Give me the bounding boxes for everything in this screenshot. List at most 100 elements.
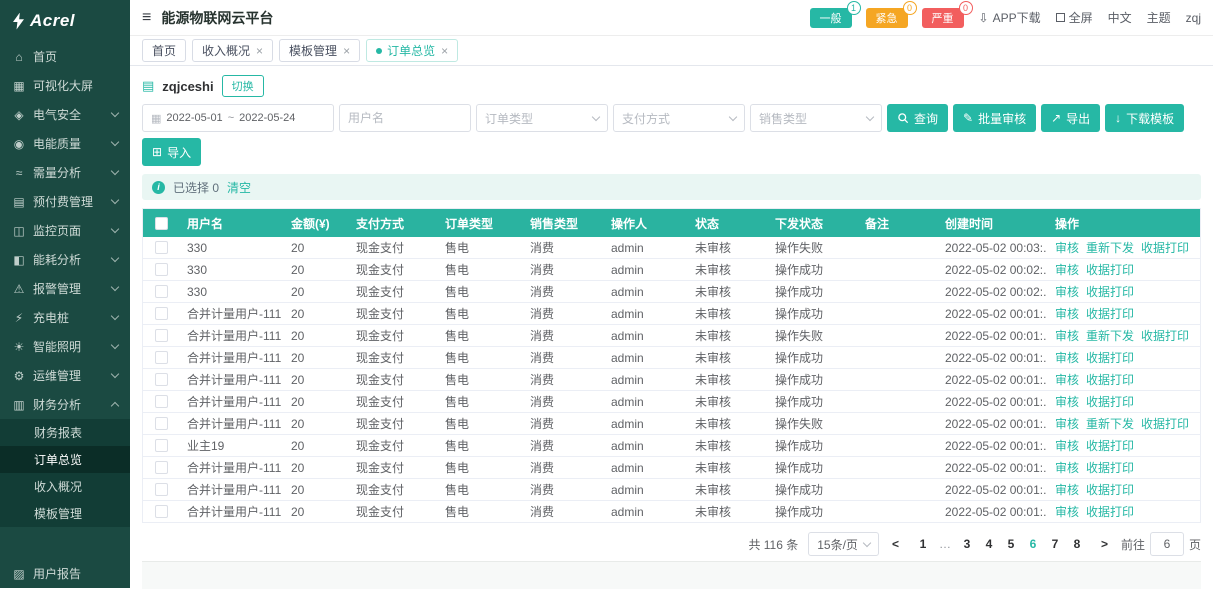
row-action-link[interactable]: 收据打印 [1086,439,1134,453]
download-template-button[interactable]: ↓ 下载模板 [1105,104,1184,132]
prev-page-button[interactable]: < [889,537,902,551]
tab[interactable]: 首页 [142,39,186,62]
tab[interactable]: 收入概况 × [192,39,273,62]
sidebar-subitem[interactable]: 财务报表 [0,419,130,446]
row-action-link[interactable]: 收据打印 [1141,417,1189,431]
row-action-link[interactable]: 收据打印 [1141,329,1189,343]
alarm-badge[interactable]: 一般 1 [810,8,852,28]
sidebar-item[interactable]: ⚡ 充电桩 [0,303,130,332]
page-size-select[interactable]: 15条/页 [808,532,879,556]
pager-number[interactable]: 4 [978,532,1000,556]
theme-switch[interactable]: 主题 [1147,9,1171,26]
sidebar-item[interactable]: ⚙ 运维管理 [0,361,130,390]
pager-number[interactable]: 6 [1022,532,1044,556]
sidebar-item[interactable]: ◈ 电气安全 [0,100,130,129]
table-row[interactable]: 合并计量用户-111 20 现金支付 售电 消费 admin 未审核 操作成功 … [143,457,1200,479]
row-action-link[interactable]: 审核 [1055,241,1079,255]
tab[interactable]: 订单总览 × [366,39,458,62]
row-action-link[interactable]: 审核 [1055,417,1079,431]
date-range-picker[interactable]: ▦ 2022-05-01 ~ 2022-05-24 [142,104,334,132]
row-action-link[interactable]: 审核 [1055,505,1079,519]
username-input[interactable] [348,111,462,125]
search-button[interactable]: 查询 [887,104,948,132]
row-action-link[interactable]: 审核 [1055,461,1079,475]
pager-number[interactable]: 8 [1066,532,1088,556]
row-action-link[interactable]: 审核 [1055,439,1079,453]
fullscreen-link[interactable]: 全屏 [1056,9,1093,26]
row-checkbox[interactable] [155,329,168,342]
sidebar-item[interactable]: ⚠ 报警管理 [0,274,130,303]
table-row[interactable]: 合并计量用户-111 20 现金支付 售电 消费 admin 未审核 操作成功 … [143,479,1200,501]
sidebar-item[interactable]: ◧ 能耗分析 [0,245,130,274]
menu-toggle-icon[interactable]: ≡ [142,9,151,27]
table-row[interactable]: 330 20 现金支付 售电 消费 admin 未审核 操作成功 2022-05… [143,281,1200,303]
table-row[interactable]: 合并计量用户-111 20 现金支付 售电 消费 admin 未审核 操作成功 … [143,303,1200,325]
sidebar-subitem[interactable]: 订单总览 [0,446,130,473]
row-action-link[interactable]: 审核 [1055,483,1079,497]
row-action-link[interactable]: 审核 [1055,351,1079,365]
sidebar-item[interactable]: ◉ 电能质量 [0,129,130,158]
table-row[interactable]: 合并计量用户-111 20 现金支付 售电 消费 admin 未审核 操作失败 … [143,325,1200,347]
row-checkbox[interactable] [155,285,168,298]
order-type-select[interactable]: 订单类型 [476,104,608,132]
row-action-link[interactable]: 收据打印 [1086,351,1134,365]
row-action-link[interactable]: 审核 [1055,263,1079,277]
table-row[interactable]: 330 20 现金支付 售电 消费 admin 未审核 操作成功 2022-05… [143,259,1200,281]
import-button[interactable]: ⊞ 导入 [142,138,201,166]
row-action-link[interactable]: 收据打印 [1086,307,1134,321]
row-action-link[interactable]: 重新下发 [1086,241,1134,255]
row-action-link[interactable]: 审核 [1055,307,1079,321]
batch-audit-button[interactable]: ✎ 批量审核 [953,104,1036,132]
sidebar-item[interactable]: ≈ 需量分析 [0,158,130,187]
row-checkbox[interactable] [155,307,168,320]
sidebar-item[interactable]: ☀ 智能照明 [0,332,130,361]
row-action-link[interactable]: 收据打印 [1086,285,1134,299]
app-download-link[interactable]: ⇩ APP下载 [979,9,1041,26]
clear-selection-link[interactable]: 清空 [227,179,251,196]
pager-ellipsis[interactable]: … [934,532,956,556]
row-checkbox[interactable] [155,461,168,474]
next-page-button[interactable]: > [1098,537,1111,551]
row-action-link[interactable]: 审核 [1055,373,1079,387]
sidebar-item[interactable]: ▦ 可视化大屏 [0,71,130,100]
row-action-link[interactable]: 审核 [1055,329,1079,343]
row-checkbox[interactable] [155,483,168,496]
tab-close-icon[interactable]: × [441,44,448,58]
switch-project-button[interactable]: 切换 [222,75,264,97]
row-checkbox[interactable] [155,263,168,276]
row-action-link[interactable]: 审核 [1055,285,1079,299]
alarm-badge[interactable]: 严重 0 [922,8,964,28]
row-action-link[interactable]: 收据打印 [1086,461,1134,475]
table-row[interactable]: 业主19 20 现金支付 售电 消费 admin 未审核 操作成功 2022-0… [143,435,1200,457]
row-action-link[interactable]: 收据打印 [1086,483,1134,497]
table-row[interactable]: 合并计量用户-111 20 现金支付 售电 消费 admin 未审核 操作成功 … [143,501,1200,523]
table-row[interactable]: 合并计量用户-111 20 现金支付 售电 消费 admin 未审核 操作成功 … [143,347,1200,369]
pager-number[interactable]: 5 [1000,532,1022,556]
pay-type-select[interactable]: 支付方式 [613,104,745,132]
row-action-link[interactable]: 重新下发 [1086,417,1134,431]
row-checkbox[interactable] [155,505,168,518]
alarm-badge[interactable]: 紧急 0 [866,8,908,28]
sidebar-subitem[interactable]: 收入概况 [0,473,130,500]
row-checkbox[interactable] [155,373,168,386]
row-action-link[interactable]: 审核 [1055,395,1079,409]
sale-type-select[interactable]: 销售类型 [750,104,882,132]
row-checkbox[interactable] [155,241,168,254]
row-action-link[interactable]: 收据打印 [1086,373,1134,387]
row-action-link[interactable]: 收据打印 [1086,263,1134,277]
row-action-link[interactable]: 收据打印 [1086,505,1134,519]
tab[interactable]: 模板管理 × [279,39,360,62]
row-action-link[interactable]: 重新下发 [1086,329,1134,343]
table-row[interactable]: 合并计量用户-111 20 现金支付 售电 消费 admin 未审核 操作成功 … [143,391,1200,413]
row-action-link[interactable]: 收据打印 [1086,395,1134,409]
row-action-link[interactable]: 收据打印 [1141,241,1189,255]
sidebar-item[interactable]: ▥ 财务分析 [0,390,130,419]
table-row[interactable]: 合并计量用户-111 20 现金支付 售电 消费 admin 未审核 操作成功 … [143,369,1200,391]
sidebar-item[interactable]: ◫ 监控页面 [0,216,130,245]
sidebar-item[interactable]: ▨ 用户报告 [0,559,130,588]
pager-number[interactable]: 3 [956,532,978,556]
pager-number[interactable]: 7 [1044,532,1066,556]
export-button[interactable]: ↗ 导出 [1041,104,1100,132]
sidebar-item[interactable]: ▤ 预付费管理 [0,187,130,216]
sidebar-subitem[interactable]: 模板管理 [0,500,130,527]
